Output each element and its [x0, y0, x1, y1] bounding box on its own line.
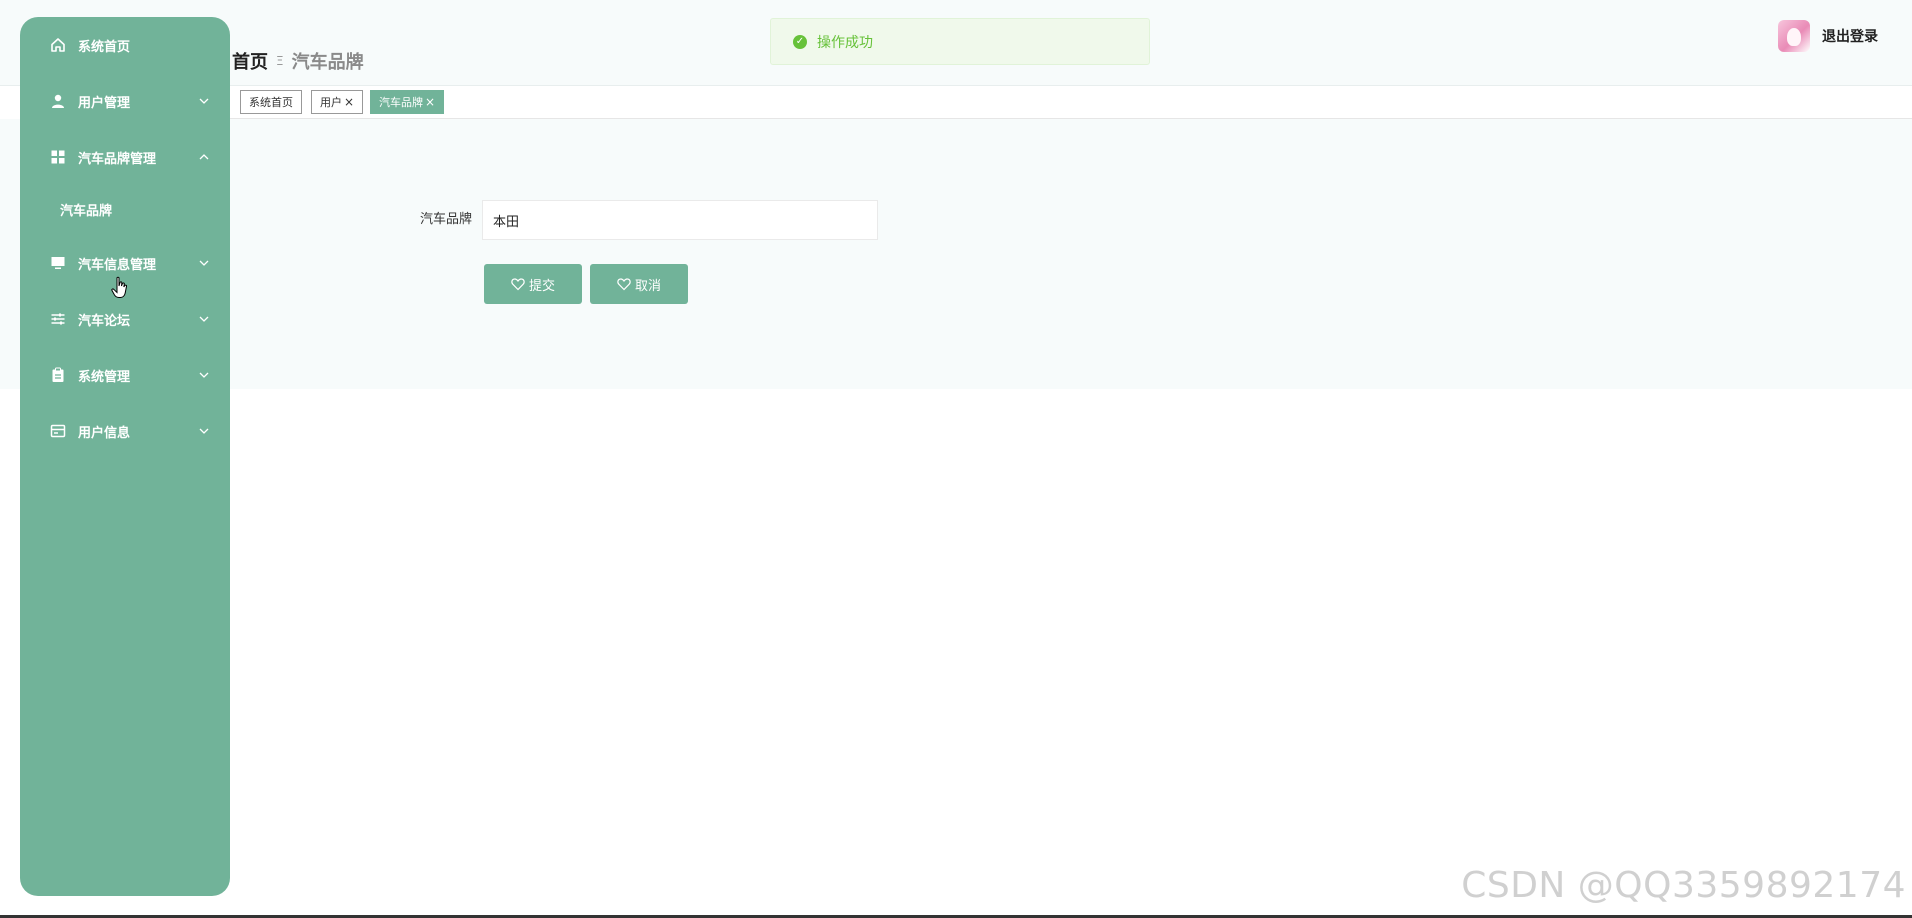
sidebar-item-label: 用户管理 [78, 95, 131, 111]
heart-icon [511, 277, 525, 291]
toast-message: 操作成功 [817, 34, 873, 51]
content-panel [0, 119, 1912, 389]
close-icon[interactable]: × [344, 95, 354, 109]
breadcrumb: 首页 Ξ 汽车品牌 [232, 46, 364, 76]
clipboard-icon [50, 367, 66, 383]
chevron-down-icon [196, 367, 212, 383]
monitor-icon [50, 255, 66, 271]
sidebar-item-user-management[interactable]: 用户管理 [20, 81, 230, 121]
sidebar-item-label: 汽车品牌管理 [78, 151, 157, 167]
avatar[interactable] [1778, 20, 1810, 52]
hand-cursor-icon [110, 276, 130, 300]
tab-label: 用户 [320, 96, 342, 109]
chevron-up-icon [196, 149, 212, 165]
logout-link[interactable]: 退出登录 [1822, 26, 1878, 46]
cancel-button[interactable]: 取消 [590, 264, 688, 304]
submit-button[interactable]: 提交 [484, 264, 582, 304]
brand-input[interactable] [482, 200, 878, 240]
sidebar-item-label: 用户信息 [78, 425, 131, 441]
tab-car-brand[interactable]: 汽车品牌 × [370, 90, 445, 114]
sidebar-item-label: 汽车论坛 [78, 313, 131, 329]
sliders-icon [50, 311, 66, 327]
tab-label: 系统首页 [249, 96, 293, 109]
chevron-down-icon [196, 255, 212, 271]
sidebar-subitem-car-brand[interactable]: 汽车品牌 [20, 189, 230, 229]
chevron-down-icon [196, 311, 212, 327]
sidebar: 系统首页 用户管理 汽车品牌管理 汽车品牌 汽车信息管理 汽车论坛 系统管理 用… [20, 17, 230, 896]
sidebar-item-home[interactable]: 系统首页 [20, 25, 230, 65]
sidebar-item-system-management[interactable]: 系统管理 [20, 355, 230, 395]
check-circle-icon: ✓ [793, 34, 807, 49]
submit-button-label: 提交 [528, 278, 555, 294]
chevron-down-icon [196, 93, 212, 109]
card-icon [50, 423, 66, 439]
breadcrumb-current: 汽车品牌 [291, 52, 364, 73]
tab-label: 汽车品牌 [379, 96, 423, 109]
user-area: 退出登录 [1778, 20, 1878, 52]
heart-icon [617, 277, 631, 291]
success-toast: ✓ 操作成功 [770, 18, 1150, 65]
tabs-bar [230, 86, 1912, 119]
grid-icon [50, 149, 66, 165]
sidebar-item-car-forum[interactable]: 汽车论坛 [20, 299, 230, 339]
sidebar-item-label: 系统首页 [78, 39, 131, 55]
tab-system-home[interactable]: 系统首页 [240, 90, 302, 114]
sidebar-item-brand-management[interactable]: 汽车品牌管理 [20, 137, 230, 177]
sidebar-item-user-info[interactable]: 用户信息 [20, 411, 230, 451]
breadcrumb-home[interactable]: 首页 [232, 48, 268, 74]
watermark: CSDN @QQ3359892174 [1461, 865, 1906, 906]
user-icon [50, 93, 66, 109]
tab-user[interactable]: 用户 × [311, 90, 364, 114]
sidebar-item-label: 系统管理 [78, 369, 131, 385]
chevron-down-icon [196, 423, 212, 439]
cancel-button-label: 取消 [634, 278, 661, 294]
sidebar-subitem-label: 汽车品牌 [60, 203, 113, 219]
brand-label: 汽车品牌 [419, 212, 472, 227]
sidebar-item-label: 汽车信息管理 [78, 257, 157, 273]
breadcrumb-separator-icon: Ξ [276, 54, 284, 68]
close-icon[interactable]: × [425, 95, 435, 109]
home-icon [50, 37, 66, 53]
